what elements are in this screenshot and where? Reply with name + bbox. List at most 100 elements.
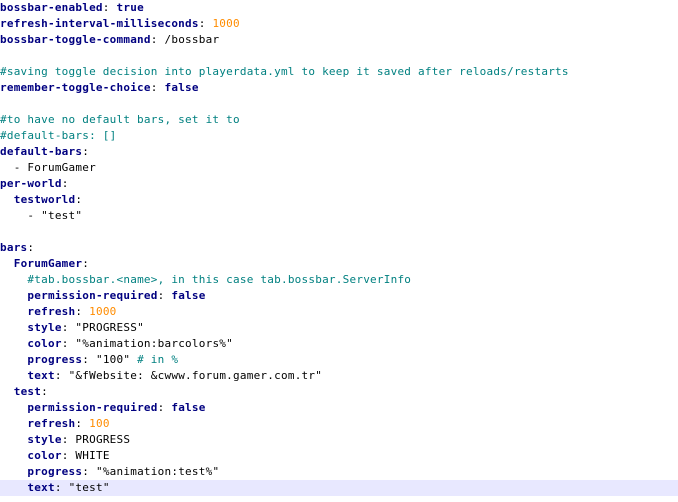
code-line[interactable]: color: WHITE: [0, 448, 678, 464]
code-line[interactable]: bossbar-enabled: true: [0, 0, 678, 16]
yaml-punctuation: [0, 417, 27, 430]
yaml-number: 100: [89, 417, 110, 430]
yaml-boolean: false: [171, 289, 206, 302]
yaml-punctuation: [0, 257, 14, 270]
yaml-punctuation: :: [82, 145, 90, 158]
yaml-key: style: [27, 433, 62, 446]
yaml-punctuation: -: [0, 161, 28, 174]
code-line[interactable]: text: "&fWebsite: &cwww.forum.gamer.com.…: [0, 368, 678, 384]
yaml-punctuation: [0, 353, 27, 366]
yaml-comment: #default-bars: []: [0, 129, 117, 142]
yaml-string: "%animation:barcolors%": [75, 337, 234, 350]
code-line[interactable]: [0, 48, 678, 64]
yaml-key: refresh: [27, 305, 76, 318]
yaml-punctuation: :: [82, 353, 96, 366]
yaml-punctuation: :: [75, 193, 83, 206]
yaml-string: /bossbar: [164, 33, 220, 46]
yaml-key: refresh: [27, 417, 76, 430]
yaml-key: text: [27, 369, 55, 382]
yaml-key: test: [13, 385, 42, 398]
code-line[interactable]: [0, 96, 678, 112]
code-line-current[interactable]: text: "test": [0, 480, 678, 496]
yaml-punctuation: [0, 481, 27, 494]
yaml-boolean: true: [116, 1, 144, 14]
code-line[interactable]: bossbar-toggle-command: /bossbar: [0, 32, 678, 48]
yaml-comment: #to have no default bars, set it to: [0, 113, 240, 126]
yaml-key: text: [27, 481, 55, 494]
yaml-comment: #saving toggle decision into playerdata.…: [0, 65, 569, 78]
code-line[interactable]: style: "PROGRESS": [0, 320, 678, 336]
code-line[interactable]: color: "%animation:barcolors%": [0, 336, 678, 352]
code-line[interactable]: - ForumGamer: [0, 160, 678, 176]
yaml-key: color: [27, 449, 62, 462]
yaml-punctuation: [0, 305, 27, 318]
yaml-punctuation: :: [75, 417, 90, 430]
yaml-key: remember-toggle-choice: [0, 81, 151, 94]
yaml-key: bossbar-toggle-command: [0, 33, 151, 46]
yaml-punctuation: :: [150, 33, 165, 46]
yaml-key: bars: [0, 241, 28, 254]
code-line[interactable]: permission-required: false: [0, 400, 678, 416]
code-editor[interactable]: bossbar-enabled: true refresh-interval-mi…: [0, 0, 678, 502]
yaml-key: permission-required: [27, 289, 158, 302]
code-line[interactable]: style: PROGRESS: [0, 432, 678, 448]
yaml-punctuation: :: [27, 241, 35, 254]
yaml-punctuation: :: [82, 257, 90, 270]
code-line[interactable]: testworld:: [0, 192, 678, 208]
yaml-punctuation: :: [61, 321, 76, 334]
code-line[interactable]: permission-required: false: [0, 288, 678, 304]
yaml-key: refresh-interval-milliseconds: [0, 17, 199, 30]
yaml-punctuation: :: [61, 177, 69, 190]
yaml-comment: #tab.bossbar.<name>, in this case tab.bo…: [27, 273, 412, 286]
yaml-string: PROGRESS: [75, 433, 131, 446]
yaml-punctuation: [0, 193, 14, 206]
yaml-punctuation: :: [157, 289, 172, 302]
code-line[interactable]: test:: [0, 384, 678, 400]
yaml-punctuation: [0, 273, 27, 286]
yaml-punctuation: :: [198, 17, 213, 30]
yaml-punctuation: [0, 321, 27, 334]
yaml-punctuation: [0, 289, 27, 302]
yaml-punctuation: -: [0, 209, 42, 222]
yaml-key: progress: [27, 353, 83, 366]
yaml-key: progress: [27, 465, 83, 478]
yaml-number: 1000: [212, 17, 240, 30]
yaml-punctuation: :: [102, 1, 117, 14]
code-line[interactable]: bars:: [0, 240, 678, 256]
code-line[interactable]: #default-bars: []: [0, 128, 678, 144]
yaml-comment: # in %: [137, 353, 179, 366]
yaml-punctuation: [0, 337, 27, 350]
code-line[interactable]: refresh: 100: [0, 416, 678, 432]
yaml-punctuation: :: [82, 465, 96, 478]
yaml-string: "&fWebsite: &cwww.forum.gamer.com.tr": [68, 369, 323, 382]
code-line[interactable]: remember-toggle-choice: false: [0, 80, 678, 96]
code-line[interactable]: #to have no default bars, set it to: [0, 112, 678, 128]
code-line[interactable]: ForumGamer:: [0, 256, 678, 272]
yaml-key: style: [27, 321, 62, 334]
code-line[interactable]: #tab.bossbar.<name>, in this case tab.bo…: [0, 272, 678, 288]
yaml-string: WHITE: [75, 449, 110, 462]
code-line[interactable]: default-bars:: [0, 144, 678, 160]
code-line[interactable]: per-world:: [0, 176, 678, 192]
yaml-punctuation: [0, 385, 14, 398]
code-line[interactable]: - "test": [0, 208, 678, 224]
code-line[interactable]: refresh-interval-milliseconds: 1000: [0, 16, 678, 32]
yaml-string: "test": [68, 481, 110, 494]
yaml-punctuation: [0, 433, 27, 446]
code-line[interactable]: [0, 224, 678, 240]
yaml-string: "%animation:test%": [95, 465, 220, 478]
yaml-key: default-bars: [0, 145, 83, 158]
yaml-punctuation: :: [75, 305, 90, 318]
code-line[interactable]: progress: "%animation:test%": [0, 464, 678, 480]
code-line[interactable]: #saving toggle decision into playerdata.…: [0, 64, 678, 80]
code-line[interactable]: progress: "100" # in %: [0, 352, 678, 368]
yaml-punctuation: :: [61, 449, 76, 462]
yaml-punctuation: :: [61, 433, 76, 446]
yaml-string: "test": [41, 209, 83, 222]
yaml-number: 1000: [89, 305, 117, 318]
yaml-punctuation: :: [54, 369, 69, 382]
yaml-key: permission-required: [27, 401, 158, 414]
code-line[interactable]: refresh: 1000: [0, 304, 678, 320]
yaml-string: "100": [95, 353, 138, 366]
yaml-punctuation: :: [157, 401, 172, 414]
